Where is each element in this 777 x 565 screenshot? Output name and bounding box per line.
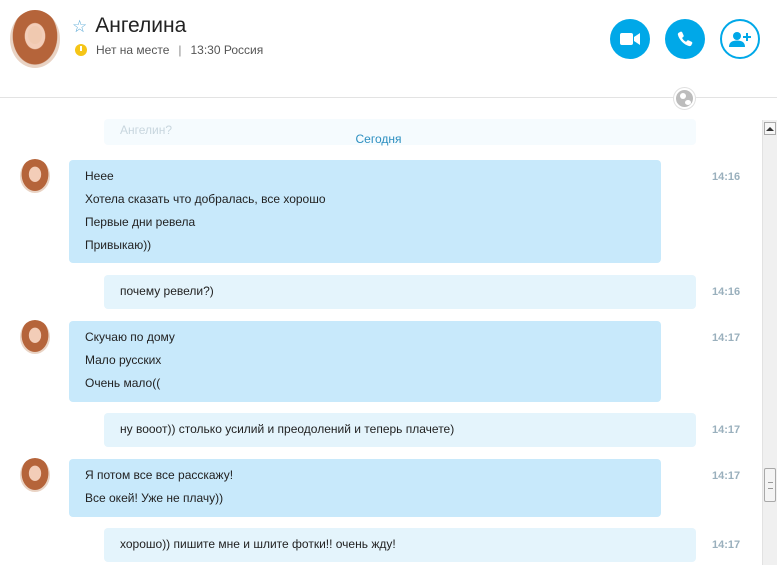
- video-call-icon: [620, 33, 640, 45]
- contact-name[interactable]: Ангелина: [95, 14, 186, 38]
- message-line: Первые дни ревела: [85, 215, 196, 229]
- message-timestamp: 14:17: [712, 539, 741, 551]
- incoming-message[interactable]: Я потом все все расскажу! Все окей! Уже …: [69, 459, 661, 517]
- contact-avatar[interactable]: [10, 10, 60, 68]
- message-timestamp: 14:16: [712, 286, 741, 298]
- sender-avatar[interactable]: [20, 159, 50, 193]
- contact-status: Нет на месте: [96, 43, 170, 57]
- outgoing-message[interactable]: ну вооот)) столько усилий и преодолений …: [104, 413, 696, 447]
- message-line: Мало русских: [85, 353, 162, 367]
- message-line: Скучаю по дому: [85, 330, 175, 344]
- message-timestamp: 14:17: [712, 470, 741, 482]
- message-line: Неее: [85, 169, 114, 183]
- audio-call-button[interactable]: [665, 19, 705, 59]
- clock-icon: [75, 44, 87, 56]
- add-person-icon: [729, 32, 751, 47]
- message-line: Привыкаю)): [85, 238, 152, 252]
- incoming-message[interactable]: Скучаю по дому Мало русских Очень мало((: [69, 321, 661, 402]
- message-timestamp: 14:17: [712, 332, 741, 344]
- message-line: хорошо)) пишите мне и шлите фотки!! очен…: [120, 537, 396, 551]
- conversation-header: ☆ Ангелина Нет на месте | 13:30 Россия: [0, 0, 777, 98]
- scrollbar-thumb[interactable]: [764, 468, 776, 502]
- sender-avatar[interactable]: [20, 320, 50, 354]
- incoming-message[interactable]: Неее Хотела сказать что добралась, все х…: [69, 160, 661, 263]
- message-line: ну вооот)) столько усилий и преодолений …: [120, 422, 455, 436]
- contact-local-time: 13:30 Россия: [190, 43, 264, 57]
- sender-avatar[interactable]: [20, 458, 50, 492]
- phone-icon: [677, 31, 693, 47]
- date-divider: Сегодня: [355, 132, 402, 146]
- status-separator: |: [178, 43, 182, 57]
- video-call-button[interactable]: [610, 19, 650, 59]
- outgoing-message[interactable]: почему ревели?): [104, 275, 696, 309]
- message-line: почему ревели?): [120, 284, 214, 298]
- message-line: Я потом все все расскажу!: [85, 468, 234, 482]
- add-person-button[interactable]: [720, 19, 760, 59]
- message-list[interactable]: Ангелин? Сегодня Неее Хотела сказать что…: [0, 99, 762, 565]
- outgoing-message[interactable]: хорошо)) пишите мне и шлите фотки!! очен…: [104, 528, 696, 562]
- message-line: Хотела сказать что добралась, все хорошо: [85, 192, 326, 206]
- chat-scrollbar[interactable]: [762, 120, 777, 565]
- message-line: Очень мало((: [85, 376, 161, 390]
- contact-status-row: Нет на месте | 13:30 Россия: [75, 43, 263, 57]
- message-timestamp: 14:16: [712, 171, 741, 183]
- message-line: Все окей! Уже не плачу)): [85, 491, 224, 505]
- contact-name-row: ☆ Ангелина: [72, 14, 186, 38]
- scroll-up-arrow-icon[interactable]: [764, 122, 776, 135]
- message-timestamp: 14:17: [712, 424, 741, 436]
- star-outline-icon[interactable]: ☆: [72, 18, 87, 35]
